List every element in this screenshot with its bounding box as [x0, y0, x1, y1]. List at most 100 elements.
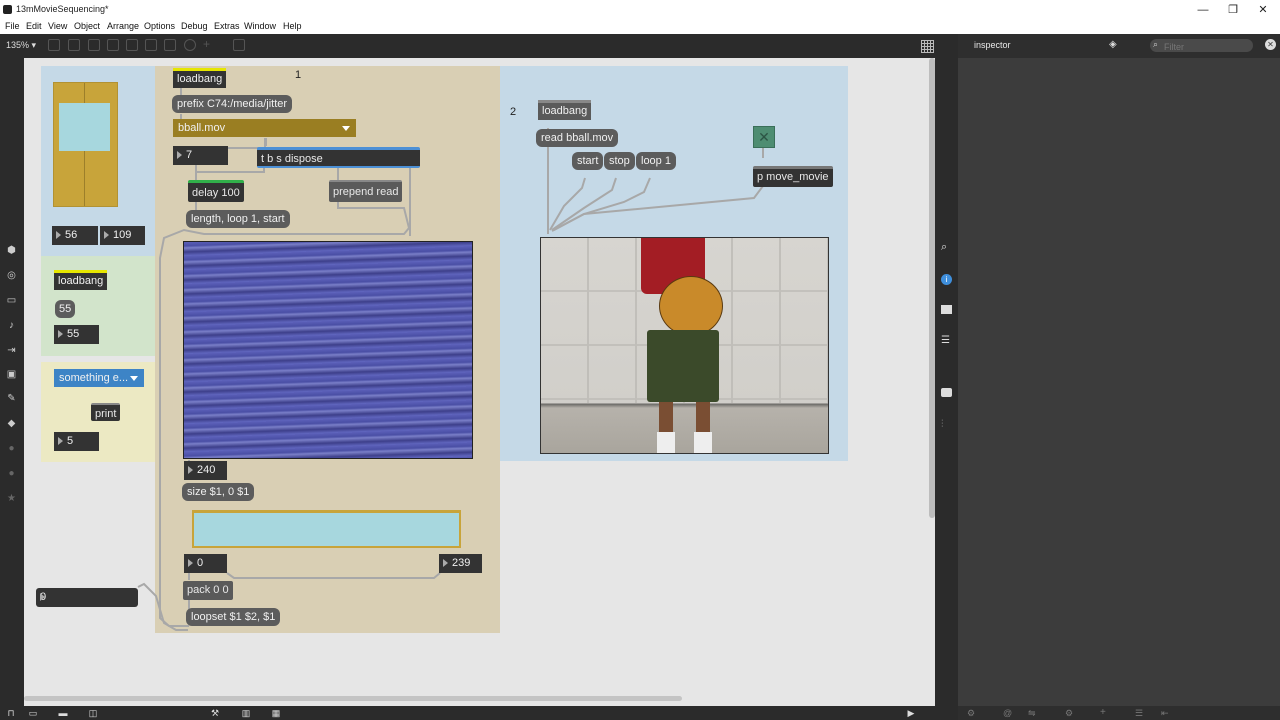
number-box[interactable]: 0 — [184, 554, 227, 573]
package-icon[interactable]: ⬢ — [6, 245, 17, 256]
length-message[interactable]: length, loop 1, start — [186, 210, 290, 228]
close-icon[interactable]: ✕ — [1265, 39, 1276, 50]
start-message[interactable]: start — [572, 152, 604, 170]
range-slider-thumb[interactable] — [59, 103, 110, 151]
diamond-icon[interactable]: ◈ — [1109, 40, 1119, 50]
at-icon[interactable]: @ — [1003, 708, 1012, 718]
prefix-message[interactable]: prefix C74:/media/jitter — [172, 95, 293, 113]
info-icon[interactable]: i — [941, 274, 952, 285]
loadbang-object[interactable]: loadbang — [54, 270, 108, 290]
help-icon[interactable]: ● — [6, 468, 17, 479]
basketball-video-window[interactable] — [540, 237, 829, 454]
close-button[interactable]: ✕ — [1253, 2, 1273, 18]
subpatch-object[interactable]: p move_movie — [753, 166, 833, 187]
minimize-button[interactable]: — — [1193, 2, 1213, 18]
paperclip-icon[interactable]: ✎ — [6, 393, 17, 404]
present-icon[interactable] — [145, 39, 157, 51]
mixer-icon[interactable]: ⫶ — [941, 419, 952, 430]
loop-range-slider[interactable] — [192, 510, 461, 548]
grid-snap-icon[interactable]: ▦ — [271, 708, 281, 718]
camera-icon[interactable] — [941, 388, 952, 397]
image-icon[interactable]: ▣ — [6, 369, 17, 380]
menu-options[interactable]: Options — [144, 21, 175, 31]
menu-arrange[interactable]: Arrange — [107, 21, 139, 31]
filter-input[interactable] — [1164, 40, 1250, 54]
menu-view[interactable]: View — [48, 21, 67, 31]
restore-button[interactable]: ❐ — [1223, 2, 1243, 18]
add-icon[interactable]: + — [203, 38, 213, 50]
pack-object[interactable]: pack 0 0 — [183, 581, 233, 600]
menu-object[interactable]: Object — [74, 21, 100, 31]
group-icon[interactable] — [126, 39, 138, 51]
number-box[interactable]: 56 — [52, 226, 98, 245]
play-icon[interactable]: ▶ — [906, 708, 916, 718]
refresh-icon[interactable] — [184, 39, 196, 51]
number-box[interactable]: 7 — [173, 146, 228, 165]
delete-icon[interactable] — [107, 39, 119, 51]
menu-debug[interactable]: Debug — [181, 21, 208, 31]
target-icon[interactable]: ◎ — [6, 270, 17, 281]
size-message[interactable]: size $1, 0 $1 — [182, 483, 255, 501]
info-icon[interactable]: ● — [6, 443, 17, 454]
menu-icon[interactable]: ☰ — [1135, 708, 1143, 719]
grid-icon[interactable] — [921, 40, 934, 53]
menu-window[interactable]: Window — [244, 21, 276, 31]
loop-message[interactable]: loop 1 — [636, 152, 676, 170]
patcher-canvas[interactable]: 56 109 loadbang 55 55 something e... pri… — [24, 58, 935, 706]
number-box[interactable]: 239 — [439, 554, 482, 573]
loopset-message[interactable]: loopset $1 $2, $1 — [186, 608, 281, 626]
new-object-icon[interactable] — [68, 39, 80, 51]
music-icon[interactable]: ♪ — [6, 320, 17, 331]
settings-icon[interactable]: ⚙ — [1065, 708, 1073, 719]
clips-icon[interactable]: ⇥ — [6, 345, 17, 356]
columns-icon[interactable]: ▥ — [241, 708, 251, 718]
number-box[interactable]: 109 — [100, 226, 145, 245]
read-message[interactable]: read bball.mov — [536, 129, 619, 147]
message-box[interactable]: 55 — [55, 300, 76, 318]
loadbang-object[interactable]: loadbang — [538, 100, 592, 120]
toggle-x-icon[interactable]: ✕ — [753, 126, 775, 148]
number-box[interactable]: 0 — [36, 588, 138, 607]
add-icon[interactable]: + — [1100, 707, 1106, 718]
water-video-window[interactable] — [183, 241, 473, 459]
menu-bar: File Edit View Object Arrange Options De… — [0, 20, 1280, 34]
menu-help[interactable]: Help — [283, 21, 302, 31]
console-icon[interactable]: ▭ — [6, 295, 17, 306]
menu-extras[interactable]: Extras — [214, 21, 240, 31]
menu-file[interactable]: File — [5, 21, 20, 31]
inspector-filter[interactable]: ⌕ — [1150, 39, 1253, 54]
arrow-left-icon[interactable]: ⇤ — [1161, 708, 1169, 719]
lock-icon[interactable]: ⊓ — [6, 708, 16, 718]
patcher-icon[interactable]: ▬ — [58, 708, 68, 718]
gear-icon[interactable]: ⚙ — [967, 708, 975, 719]
print-object[interactable]: print — [91, 403, 121, 421]
zoom-level[interactable]: 135% ▾ — [6, 40, 36, 51]
book-icon[interactable] — [941, 305, 952, 314]
number-box[interactable]: 5 — [54, 432, 99, 451]
search-icon[interactable]: ⌕ — [941, 242, 952, 253]
prepend-object[interactable]: prepend read — [329, 180, 403, 202]
bpatcher-icon[interactable] — [164, 39, 176, 51]
window-title: 13mMovieSequencing* — [16, 4, 109, 14]
number-box[interactable]: 240 — [184, 461, 227, 480]
delay-object[interactable]: delay 100 — [188, 180, 244, 202]
menu-edit[interactable]: Edit — [26, 21, 42, 31]
send-icon[interactable] — [233, 39, 245, 51]
comment-icon[interactable] — [88, 39, 100, 51]
stop-message[interactable]: stop — [604, 152, 635, 170]
umenu[interactable]: something e... — [54, 369, 144, 387]
wrench-icon[interactable]: ⚒ — [210, 708, 220, 718]
sliders-icon[interactable]: ⇋ — [1028, 708, 1036, 719]
presentation-icon[interactable]: ▭ — [28, 708, 38, 718]
number-box[interactable]: 55 — [54, 325, 99, 344]
list-icon[interactable]: ☰ — [941, 335, 952, 346]
loadbang-object[interactable]: loadbang — [173, 68, 227, 88]
range-slider[interactable] — [53, 82, 118, 207]
trigger-object[interactable]: t b s dispose — [257, 147, 420, 168]
windows-icon[interactable]: ◫ — [88, 708, 98, 718]
lock-edit-icon[interactable] — [48, 39, 60, 51]
snippets-icon[interactable]: ◆ — [6, 418, 17, 429]
horizontal-scrollbar[interactable] — [24, 696, 682, 701]
file-umenu[interactable]: bball.mov — [173, 119, 356, 137]
star-icon[interactable]: ★ — [6, 493, 17, 504]
